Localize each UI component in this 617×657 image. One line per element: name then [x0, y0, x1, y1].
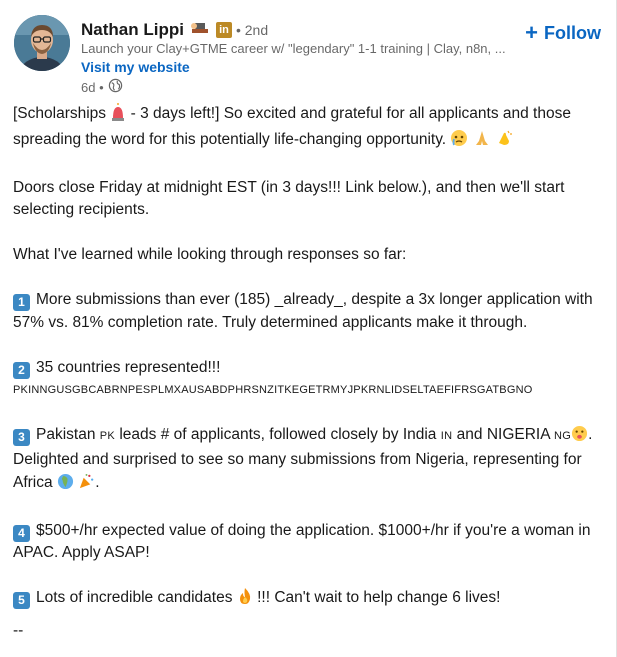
flag-ng: NG: [554, 429, 572, 442]
text-span: leads # of applicants, followed closely …: [115, 425, 441, 443]
plus-icon: +: [525, 20, 538, 45]
post-time: 6d •: [81, 79, 104, 95]
avatar[interactable]: [14, 15, 70, 71]
fire-icon: [237, 587, 253, 613]
post-card: Nathan Lippi in • 2nd Launch your Clay+G…: [0, 0, 617, 657]
siren-icon: [110, 103, 126, 129]
flag-in: IN: [440, 429, 453, 442]
post-header: Nathan Lippi in • 2nd Launch your Clay+G…: [0, 0, 617, 100]
country-codes: PKINNGUSGBCABRNPESPLMXAUSABDPHRSNZITKEGE…: [13, 384, 533, 396]
paragraph-learned: What I've learned while looking through …: [13, 246, 407, 263]
visit-website-link[interactable]: Visit my website: [81, 59, 190, 75]
globe-africa-icon: [57, 473, 74, 498]
premium-badge-icon: in: [215, 22, 232, 38]
text-span: Pakistan: [36, 425, 100, 443]
post-body: [Scholarships - 3 days left!] So excited…: [13, 103, 608, 635]
clapping-hands-icon: [495, 129, 513, 155]
keycap-3-icon: 3: [13, 428, 30, 446]
keycap-5-icon: 5: [13, 592, 30, 609]
keycap-1-icon: 1: [13, 294, 30, 311]
paragraph-deadline: Doors close Friday at midnight EST (in 3…: [13, 178, 565, 219]
party-popper-icon: [78, 473, 95, 498]
surprised-face-icon: [571, 425, 588, 450]
author-tagline: Launch your Clay+GTME career w/ "legenda…: [81, 41, 506, 56]
post-separator: --: [13, 622, 24, 639]
text-span: Lots of incredible candidates: [36, 589, 237, 606]
praying-hands-icon: [473, 129, 491, 155]
text-span: .: [95, 473, 100, 491]
globe-icon: [108, 78, 123, 96]
follow-label: Follow: [544, 22, 601, 43]
text-span: !!! Can't wait to help change 6 lives!: [252, 589, 501, 606]
flag-pk: PK: [99, 429, 116, 442]
keycap-4-icon: 4: [13, 524, 30, 542]
paragraph-point-4: 4 $500+/hr expected value of doing the ap…: [13, 520, 608, 565]
working-emoji-icon: [190, 21, 210, 40]
author-line: Nathan Lippi in • 2nd: [81, 18, 268, 42]
text-span: [Scholarships: [13, 105, 111, 122]
paragraph-point-1: 1 More submissions than ever (185) _alrea…: [13, 289, 608, 334]
crying-face-icon: [450, 129, 468, 155]
keycap-2-icon: 2: [13, 361, 30, 379]
paragraph-point-5: 5 Lots of incredible candidates !!! Can't…: [13, 587, 608, 613]
connection-degree: • 2nd: [235, 22, 269, 38]
paragraph-point-2: 2 35 countries represented!!! PKINNGUSGBC…: [13, 357, 608, 402]
post-meta: 6d •: [81, 78, 123, 96]
text-span: More submissions than ever (185) _alread…: [13, 291, 593, 331]
text-span: 35 countries represented!!!: [36, 358, 221, 376]
paragraph-point-3: 3 Pakistan PK leads # of applicants, foll…: [13, 424, 608, 498]
text-span: $500+/hr expected value of doing the app…: [13, 521, 591, 562]
follow-button[interactable]: + Follow: [525, 22, 601, 44]
paragraph-intro: [Scholarships - 3 days left!] So excited…: [13, 103, 608, 154]
author-name[interactable]: Nathan Lippi: [81, 20, 184, 40]
text-span: and NIGERIA: [452, 425, 555, 443]
